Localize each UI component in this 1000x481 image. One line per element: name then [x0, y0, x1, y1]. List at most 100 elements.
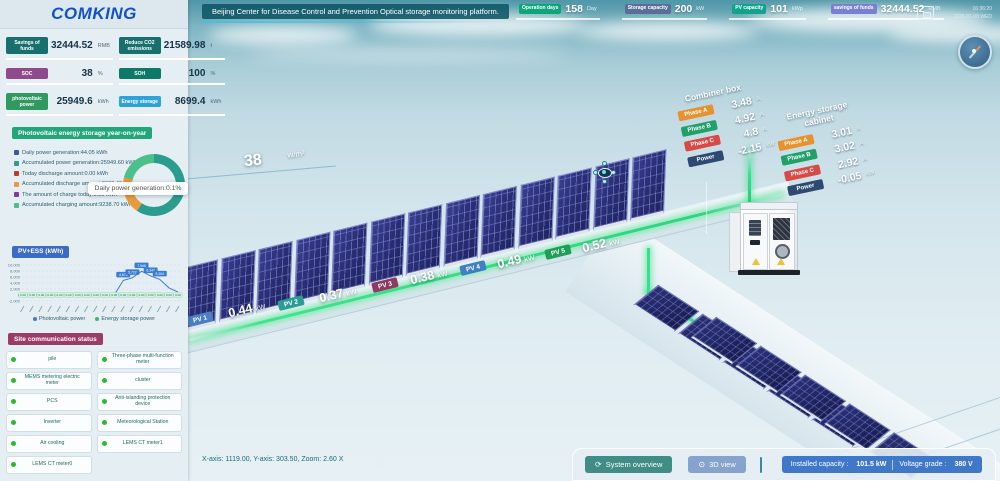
pvess-chart: 10,0008,0006,0004,0002,0000-2,0004,8765,… [8, 263, 183, 313]
svg-text:0.00: 0.00 [47, 293, 53, 297]
kpi-badge: Operation days [519, 4, 562, 14]
kpi-unit: % [210, 70, 216, 77]
phase-b-unit: A [759, 111, 765, 119]
clock-time: 16:36:20 [972, 6, 992, 12]
status-item-lems-ct-meter1: LEMS CT meter1 [96, 434, 182, 453]
legend-item: Photovoltaic power [32, 316, 86, 322]
online-status-dot [101, 357, 107, 362]
kpi-energy-storage: Energy storage 8699.4 kWh [118, 93, 226, 116]
power-value: -2.15 [736, 140, 763, 158]
online-status-dot [11, 441, 16, 446]
system-overview-button[interactable]: ⟳ System overview [585, 456, 673, 473]
status-item-air-cooling: Air cooling [6, 434, 92, 453]
cabinet-slot [750, 240, 760, 245]
svg-text:0.00: 0.00 [148, 293, 154, 297]
scene-3d-viewport[interactable]: 38 w/m² PV 1 0.44kW PV 2 0.37kW PV 3 0.3… [188, 0, 1000, 481]
orbit-gizmo[interactable] [593, 161, 616, 184]
energy-storage-cabinet-3d[interactable] [729, 202, 800, 278]
compass-widget[interactable] [958, 35, 992, 69]
cabinet-vent [773, 218, 790, 240]
svg-text:0.00: 0.00 [175, 293, 181, 297]
pvess-panel: 10,0008,0006,0004,0002,0000-2,0004,8765,… [2, 260, 186, 316]
clock-date: 2025-01-08 WED [953, 14, 992, 20]
svg-text:0.00: 0.00 [66, 293, 72, 297]
phase-a-unit: A [855, 125, 862, 133]
svg-text:0.00: 0.00 [139, 293, 145, 297]
svg-text:0.00: 0.00 [57, 293, 63, 297]
legend-swatch [14, 160, 19, 166]
system-overview-label: System overview [605, 460, 663, 469]
status-label: Inverter [43, 418, 62, 425]
kpi-badge: SOC [6, 68, 48, 79]
legend-label: Accumulated charging amount:9238.70 kWh [22, 202, 133, 208]
svg-text:-2,000: -2,000 [9, 299, 21, 304]
pv3-power-unit: kW [436, 270, 449, 280]
legend-label: Accumulated power generation:25949.60 kW… [22, 160, 137, 166]
svg-text:0.00: 0.00 [111, 293, 117, 297]
legend-item: Energy storage power [95, 316, 155, 322]
status-panel-header: Site communication status [8, 333, 103, 345]
cabinet-body [740, 209, 798, 273]
app-window: 38 w/m² PV 1 0.44kW PV 2 0.37kW PV 3 0.3… [0, 0, 1000, 481]
pv4-power-unit: kW [523, 254, 536, 264]
legend-item: Daily power generation:44.05 kWh [14, 150, 137, 156]
refresh-icon: ⟳ [595, 459, 602, 469]
3d-view-label: 3D view [709, 460, 736, 469]
svg-text:0.00: 0.00 [93, 293, 99, 297]
kpi-soc: SOC 38 % [6, 68, 113, 85]
kpi-unit: kWh [210, 98, 222, 105]
power-badge: Power [786, 178, 825, 197]
kpi-value: 25949.6 [56, 96, 93, 107]
phase-c-unit: A [862, 155, 868, 163]
3d-view-button[interactable]: ⊙ 3D view [688, 456, 746, 473]
power-unit: kW [865, 169, 876, 178]
status-item-cluster: cluster [96, 371, 182, 390]
irradiance-unit: w/m² [286, 148, 306, 160]
online-status-dot [11, 462, 16, 467]
status-label: cluster [135, 376, 151, 383]
solar-panel [630, 149, 667, 222]
status-label: Air cooling [40, 439, 65, 446]
kpi-badge: photovoltaic power [6, 93, 48, 110]
kpi-value: 8699.4 [174, 96, 206, 107]
eye-icon [598, 168, 612, 178]
power-unit: kW [765, 140, 776, 149]
cloud [208, 26, 358, 44]
svg-text:0.00: 0.00 [157, 293, 163, 297]
status-label: PCS [46, 397, 58, 404]
kpi-unit: Day [586, 6, 597, 12]
status-item-lems-ct-meter0: LEMS CT meter0 [6, 455, 92, 474]
cabinet-fan [775, 244, 790, 259]
solar-panel [517, 176, 555, 250]
legend-label: Photovoltaic power [38, 316, 86, 322]
pvess-legend: Photovoltaic power Energy storage power [0, 316, 188, 322]
svg-text:5,204: 5,204 [156, 272, 165, 276]
phase-a-unit: A [755, 96, 762, 103]
phase-b-unit: A [859, 140, 865, 148]
kpi-badge: savings of funds [830, 4, 877, 14]
kpi-badge: Savings of funds [6, 37, 48, 54]
title-underline [202, 21, 502, 23]
status-item-three-phase-meter: Three-phase multi-function meter [96, 350, 182, 369]
svg-text:0.00: 0.00 [38, 293, 44, 297]
cabinet-right-door [769, 213, 795, 270]
online-status-dot [11, 378, 16, 383]
kpi-badge: Reduce CO2 emissions [118, 37, 161, 54]
online-status-dot [11, 399, 16, 404]
legend-swatch [14, 150, 19, 155]
svg-text:0.00: 0.00 [166, 293, 172, 297]
cabinet-base [738, 270, 800, 275]
monitor-icon[interactable] [917, 6, 934, 20]
gizmo-dot [602, 179, 607, 184]
kpi-badge: Energy storage [118, 96, 161, 107]
legend-swatch [14, 202, 19, 208]
kpi-value: 100 [188, 68, 206, 79]
warning-triangle-icon [777, 258, 785, 265]
cabinet-screen [749, 220, 761, 236]
capacity-info-chip: Installed capacity : 101.5 kW Voltage gr… [781, 456, 982, 473]
svg-text:10,000: 10,000 [8, 263, 21, 268]
legend-swatch [32, 317, 37, 321]
chip-divider [892, 459, 894, 470]
solar-panel [443, 195, 480, 268]
legend-label: Energy storage power [101, 316, 156, 322]
